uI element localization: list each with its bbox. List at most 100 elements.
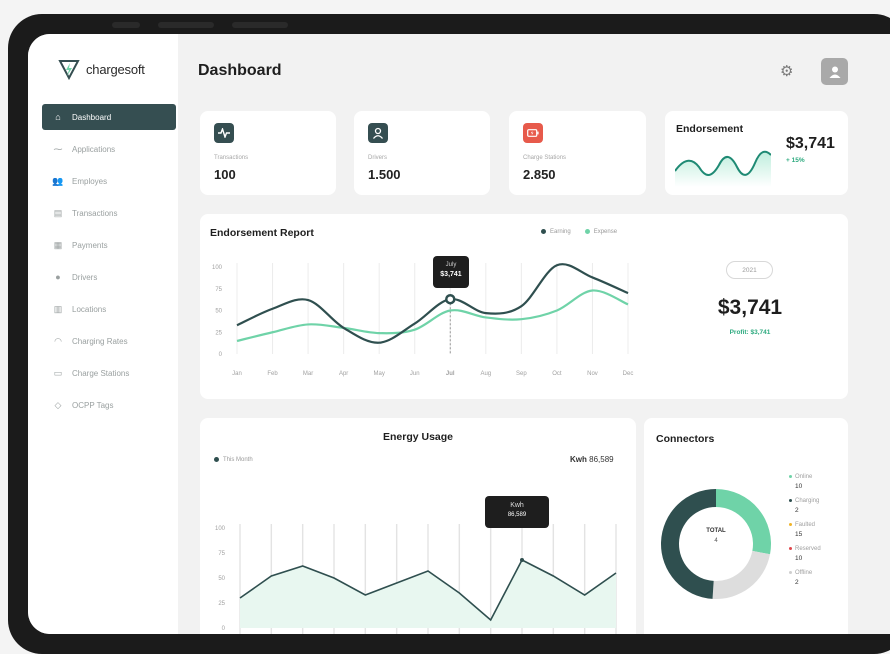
legend-label: Earning [550,229,571,235]
sidebar-item-label: Locations [72,305,106,314]
legend-label: Expense [594,229,617,235]
connector-legend-item: Reserved 10 [789,546,821,562]
stat-card-charge-stations[interactable]: Charge Stations 2.850 [509,111,646,195]
connector-legend-item: Online10 [789,474,821,490]
kwh-label: Kwh [570,455,587,464]
sidebar-item-charge-stations[interactable]: ▭Charge Stations [42,360,176,386]
gear-icon[interactable]: ⚙ [780,62,793,80]
connector-legend-item: Offline 2 [789,570,821,586]
logo[interactable]: chargesoft [58,58,145,80]
sidebar-item-ocpp-tags[interactable]: ◇ OCPP Tags [42,392,176,418]
legend-dot [541,229,546,234]
report-tooltip: July $3,741 [433,256,469,288]
connector-value: 2 [795,579,821,586]
x-tick-label: Jun [410,371,420,377]
kwh-value: 86,589 [589,455,613,464]
stat-card-transactions[interactable]: Transactions 100 [200,111,336,195]
stat-value: 2.850 [523,167,556,182]
highlight-point [446,295,454,303]
sidebar-item-label: Payments [72,241,108,250]
sidebar-item-employes[interactable]: 👥Employes [42,168,176,194]
sidebar-item-label: Dashboard [72,113,111,122]
sidebar-item-label: Applications [72,145,115,154]
device-button [232,22,288,28]
energy-legend: This Month [214,457,253,463]
y-tick-label: 25 [218,601,225,607]
connector-name: Offline [795,570,812,576]
home-icon: ⌂ [52,112,64,122]
brand-name: chargesoft [86,62,145,77]
sidebar-item-charging-rates[interactable]: ◠Charging Rates [42,328,176,354]
driver-icon: ● [52,272,64,282]
energy-tooltip: Kwh 86,589 [485,496,549,528]
connector-legend-label: Online [789,474,821,480]
sidebar: chargesoft ⌂ Dashboard ⁓Applications 👥Emplo… [28,34,178,634]
connector-value: 15 [795,531,821,538]
sidebar-item-transactions[interactable]: ▤ Transactions [42,200,176,226]
report-big-value: $3,741 [700,296,800,320]
tooltip-value: $3,741 [433,271,469,278]
y-tick-label: 75 [218,551,225,557]
sidebar-item-label: Transactions [72,209,118,218]
sidebar-item-label: Drivers [72,273,97,282]
legend-dot [789,571,792,574]
profit-label: Profit: $3,741 [700,329,800,336]
connector-name: Reserved [795,546,821,552]
y-tick-label: 75 [215,287,222,293]
endorsement-report-chart[interactable]: JanFebMarAprMayJunJulAugSepOctNovDec0255… [200,254,640,384]
sidebar-item-locations[interactable]: ▥Locations [42,296,176,322]
connector-name: Online [795,474,812,480]
pulse-icon [214,123,234,143]
avatar[interactable] [821,58,848,85]
year-selector[interactable]: 2021 [726,261,773,279]
connectors-title: Connectors [656,433,714,445]
connector-value: 10 [795,555,821,562]
legend-item-earning: Earning [541,229,571,235]
x-tick-label: May [374,371,385,377]
sidebar-item-label: OCPP Tags [72,401,114,410]
connectors-donut-chart[interactable] [656,484,776,604]
sidebar-item-drivers[interactable]: ● Drivers [42,264,176,290]
legend-label: This Month [223,457,253,463]
device-button [112,22,140,28]
sidebar-item-label: Employes [72,177,107,186]
donut-hole [681,509,751,579]
tooltip-month: July [433,262,469,268]
kwh-total: Kwh 86,589 [570,455,614,464]
donut-center-label: TOTAL [656,528,776,534]
sidebar-item-applications[interactable]: ⁓Applications [42,136,176,162]
y-tick-label: 50 [215,309,222,315]
connector-legend-label: Faulted [789,522,821,528]
transactions-icon: ▤ [52,208,64,219]
y-tick-label: 100 [215,526,226,532]
battery-icon: ▭ [52,368,64,379]
legend-dot [585,229,590,234]
endorsement-title: Endorsement [676,123,743,135]
y-tick-label: 50 [218,576,225,582]
legend-dot [789,499,792,502]
donut-center: TOTAL 4 [656,528,776,544]
connector-name: Charging [795,498,819,504]
connector-name: Faulted [795,522,815,528]
connectors-card: Connectors TOTAL 4 Online10Charging2Faul… [644,418,848,634]
energy-usage-card: Energy Usage This Month Kwh 86,589 02550… [200,418,636,634]
sidebar-item-dashboard[interactable]: ⌂ Dashboard [42,104,176,130]
x-tick-label: Jul [446,371,455,377]
report-title: Endorsement Report [210,227,314,239]
legend-dot [214,457,219,462]
connector-legend-item: Faulted 15 [789,522,821,538]
tag-icon: ◇ [52,400,64,411]
legend-item-this-month: This Month [214,457,253,463]
app-screen: chargesoft ⌂ Dashboard ⁓Applications 👥Emplo… [28,34,890,634]
stat-card-drivers[interactable]: Drivers 1.500 [354,111,490,195]
legend-dot [789,523,792,526]
sidebar-item-payments[interactable]: ▦Payments [42,232,176,258]
stat-label: Charge Stations [523,155,566,161]
energy-usage-chart[interactable]: 0255075100 [200,488,636,634]
x-tick-label: Jan [232,371,242,377]
x-tick-label: Aug [480,371,491,377]
connector-legend-label: Reserved [789,546,821,552]
legend-item-expense: Expense [585,229,617,235]
x-tick-label: Mar [303,371,313,377]
endorsement-card[interactable]: Endorsement $3,741 + 15% [665,111,848,195]
